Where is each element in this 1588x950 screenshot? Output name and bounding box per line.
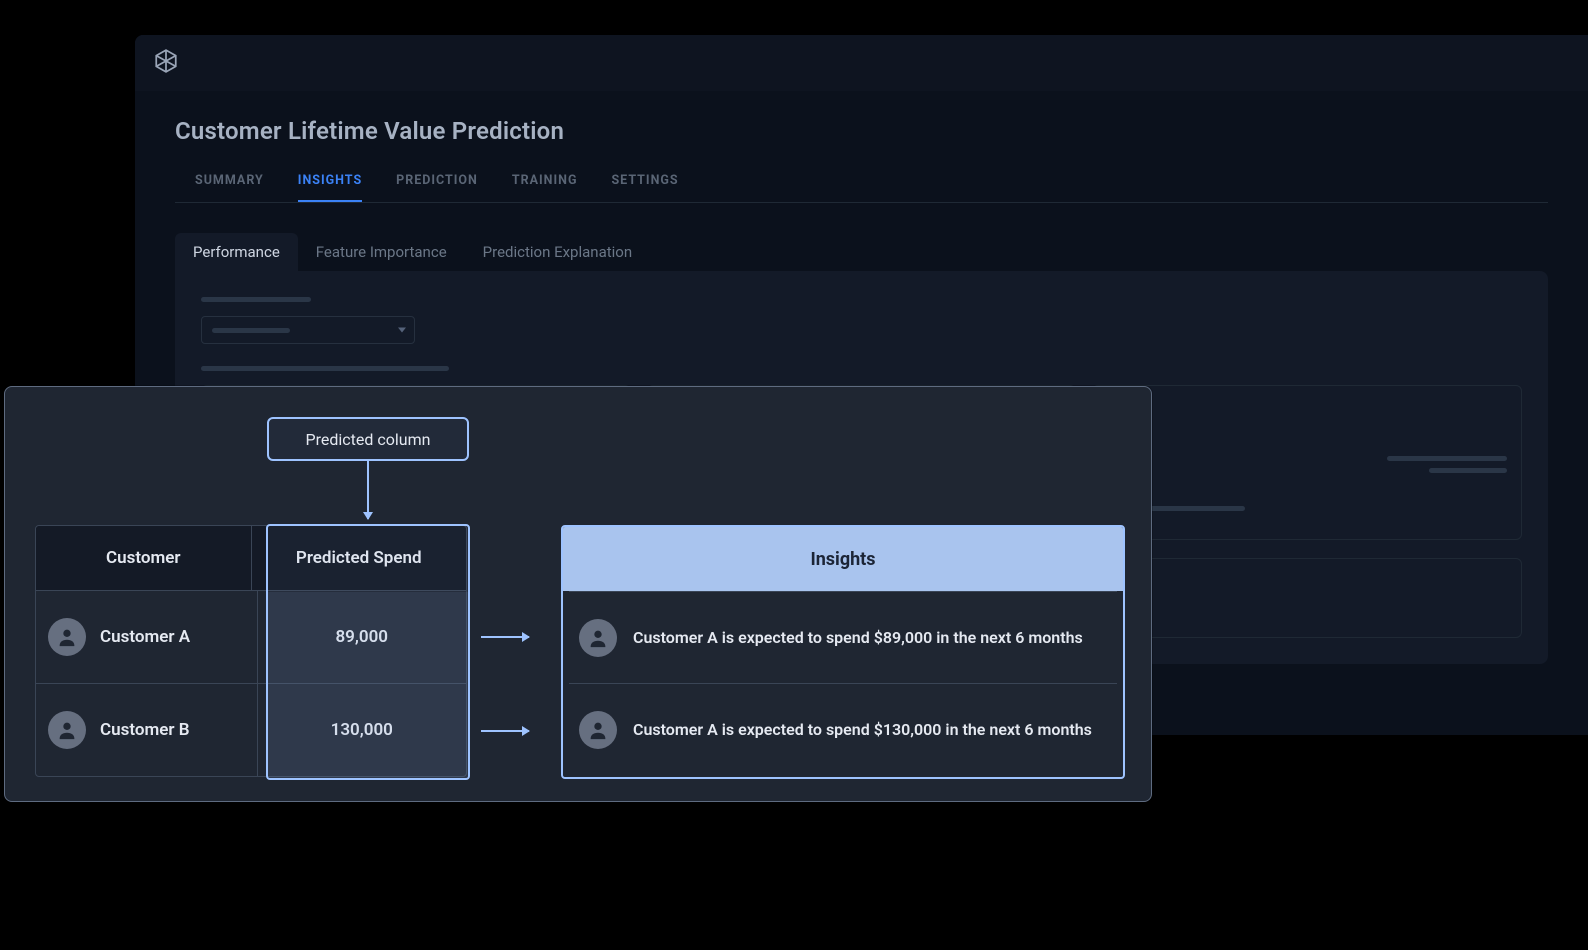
subtab-performance[interactable]: Performance: [175, 233, 298, 271]
tab-prediction[interactable]: PREDICTION: [396, 173, 478, 202]
insights-box: Insights Customer A is expected to spend…: [561, 525, 1125, 779]
diagram-overlay: Predicted column Customer Predicted Spen…: [4, 386, 1152, 802]
insights-title: Insights: [563, 527, 1123, 591]
customer-name: Customer A: [100, 627, 190, 647]
insight-text: Customer A is expected to spend $89,000 …: [633, 628, 1083, 647]
app-header: [135, 35, 1588, 91]
chevron-down-icon: [398, 328, 406, 333]
insight-row: Customer A is expected to spend $89,000 …: [569, 591, 1117, 683]
arrow-down-icon: [367, 461, 369, 519]
avatar-icon: [48, 711, 86, 749]
insight-text: Customer A is expected to spend $130,000…: [633, 720, 1092, 739]
skeleton-line: [201, 366, 449, 371]
avatar-icon: [48, 618, 86, 656]
arrow-right-icon: [481, 730, 529, 732]
tab-insights[interactable]: INSIGHTS: [298, 173, 362, 202]
table-row: Customer B: [36, 684, 258, 776]
tab-summary[interactable]: SUMMARY: [195, 173, 264, 202]
avatar-icon: [579, 711, 617, 749]
tab-settings[interactable]: SETTINGS: [611, 173, 678, 202]
metric-card: [1092, 385, 1522, 540]
logo-icon: [153, 48, 179, 78]
predicted-spend-value: 89,000: [258, 591, 467, 683]
metric-select[interactable]: [201, 316, 415, 344]
insight-row: Customer A is expected to spend $130,000…: [569, 683, 1117, 775]
subtab-feature-importance[interactable]: Feature Importance: [298, 233, 465, 271]
subtab-prediction-explanation[interactable]: Prediction Explanation: [465, 233, 650, 271]
customer-name: Customer B: [100, 720, 190, 740]
table-row: Customer A: [36, 591, 258, 683]
primary-tabs: SUMMARY INSIGHTS PREDICTION TRAINING SET…: [175, 173, 1548, 203]
skeleton-line: [201, 297, 311, 302]
predicted-column-label: Predicted column: [267, 417, 469, 461]
table-header-customer: Customer: [36, 526, 252, 590]
predicted-column-label-text: Predicted column: [306, 430, 431, 449]
arrow-right-icon: [481, 636, 529, 638]
table-header-predicted-spend: Predicted Spend: [252, 526, 467, 590]
predicted-spend-value: 130,000: [258, 684, 467, 776]
prediction-table: Customer Predicted Spend Customer A 89,0…: [35, 525, 467, 777]
avatar-icon: [579, 619, 617, 657]
page-title: Customer Lifetime Value Prediction: [175, 117, 1548, 145]
tab-training[interactable]: TRAINING: [512, 173, 578, 202]
sub-tabs: Performance Feature Importance Predictio…: [175, 233, 1548, 271]
